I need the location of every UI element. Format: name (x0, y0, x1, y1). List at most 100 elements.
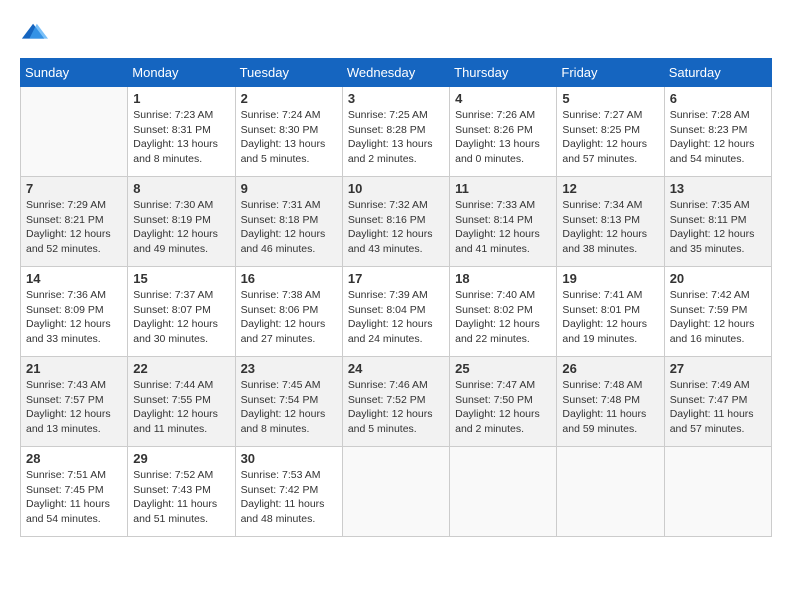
calendar-cell: 5 Sunrise: 7:27 AM Sunset: 8:25 PM Daylig… (557, 87, 664, 177)
day-info: Sunrise: 7:53 AM Sunset: 7:42 PM Dayligh… (241, 468, 337, 527)
calendar-cell: 21 Sunrise: 7:43 AM Sunset: 7:57 PM Dayli… (21, 357, 128, 447)
calendar-cell (664, 447, 771, 537)
col-header-thursday: Thursday (450, 59, 557, 87)
day-info: Sunrise: 7:42 AM Sunset: 7:59 PM Dayligh… (670, 288, 766, 347)
day-info: Sunrise: 7:30 AM Sunset: 8:19 PM Dayligh… (133, 198, 229, 257)
day-number: 13 (670, 181, 766, 196)
day-info: Sunrise: 7:35 AM Sunset: 8:11 PM Dayligh… (670, 198, 766, 257)
calendar-cell: 18 Sunrise: 7:40 AM Sunset: 8:02 PM Dayli… (450, 267, 557, 357)
calendar-cell (342, 447, 449, 537)
day-info: Sunrise: 7:37 AM Sunset: 8:07 PM Dayligh… (133, 288, 229, 347)
day-info: Sunrise: 7:33 AM Sunset: 8:14 PM Dayligh… (455, 198, 551, 257)
calendar-table: SundayMondayTuesdayWednesdayThursdayFrid… (20, 58, 772, 537)
calendar-week-row: 21 Sunrise: 7:43 AM Sunset: 7:57 PM Dayli… (21, 357, 772, 447)
day-info: Sunrise: 7:28 AM Sunset: 8:23 PM Dayligh… (670, 108, 766, 167)
logo (20, 20, 52, 48)
calendar-cell: 3Sunrise: 7:25 AM Sunset: 8:28 PM Daylig… (342, 87, 449, 177)
day-number: 27 (670, 361, 766, 376)
calendar-cell: 4Sunrise: 7:26 AM Sunset: 8:26 PM Daylig… (450, 87, 557, 177)
day-info: Sunrise: 7:32 AM Sunset: 8:16 PM Dayligh… (348, 198, 444, 257)
calendar-cell: 28 Sunrise: 7:51 AM Sunset: 7:45 PM Dayli… (21, 447, 128, 537)
day-info: Sunrise: 7:43 AM Sunset: 7:57 PM Dayligh… (26, 378, 122, 437)
day-info: Sunrise: 7:36 AM Sunset: 8:09 PM Dayligh… (26, 288, 122, 347)
day-number: 22 (133, 361, 229, 376)
day-number: 2 (241, 91, 337, 106)
day-info: Sunrise: 7:34 AM Sunset: 8:13 PM Dayligh… (562, 198, 658, 257)
day-info: Sunrise: 7:39 AM Sunset: 8:04 PM Dayligh… (348, 288, 444, 347)
day-info: Sunrise: 7:46 AM Sunset: 7:52 PM Dayligh… (348, 378, 444, 437)
calendar-cell (450, 447, 557, 537)
day-number: 24 (348, 361, 444, 376)
day-number: 21 (26, 361, 122, 376)
day-number: 30 (241, 451, 337, 466)
calendar-cell: 9Sunrise: 7:31 AM Sunset: 8:18 PM Daylig… (235, 177, 342, 267)
day-number: 8 (133, 181, 229, 196)
calendar-cell: 30 Sunrise: 7:53 AM Sunset: 7:42 PM Dayli… (235, 447, 342, 537)
day-number: 26 (562, 361, 658, 376)
col-header-sunday: Sunday (21, 59, 128, 87)
col-header-wednesday: Wednesday (342, 59, 449, 87)
calendar-cell: 1 Sunrise: 7:23 AM Sunset: 8:31 PM Daylig… (128, 87, 235, 177)
day-info: Sunrise: 7:25 AM Sunset: 8:28 PM Dayligh… (348, 108, 444, 167)
calendar-week-row: 1 Sunrise: 7:23 AM Sunset: 8:31 PM Daylig… (21, 87, 772, 177)
day-info: Sunrise: 7:29 AM Sunset: 8:21 PM Dayligh… (26, 198, 122, 257)
day-info: Sunrise: 7:38 AM Sunset: 8:06 PM Dayligh… (241, 288, 337, 347)
calendar-cell: 23 Sunrise: 7:45 AM Sunset: 7:54 PM Dayli… (235, 357, 342, 447)
calendar-cell: 12 Sunrise: 7:34 AM Sunset: 8:13 PM Dayli… (557, 177, 664, 267)
day-number: 17 (348, 271, 444, 286)
calendar-cell: 2 Sunrise: 7:24 AM Sunset: 8:30 PM Daylig… (235, 87, 342, 177)
calendar-cell: 6 Sunrise: 7:28 AM Sunset: 8:23 PM Daylig… (664, 87, 771, 177)
col-header-tuesday: Tuesday (235, 59, 342, 87)
calendar-cell: 8 Sunrise: 7:30 AM Sunset: 8:19 PM Daylig… (128, 177, 235, 267)
day-number: 29 (133, 451, 229, 466)
day-number: 20 (670, 271, 766, 286)
day-number: 16 (241, 271, 337, 286)
calendar-cell: 26Sunrise: 7:48 AM Sunset: 7:48 PM Dayli… (557, 357, 664, 447)
calendar-week-row: 14 Sunrise: 7:36 AM Sunset: 8:09 PM Dayli… (21, 267, 772, 357)
calendar-cell: 14 Sunrise: 7:36 AM Sunset: 8:09 PM Dayli… (21, 267, 128, 357)
calendar-header-row: SundayMondayTuesdayWednesdayThursdayFrid… (21, 59, 772, 87)
day-info: Sunrise: 7:51 AM Sunset: 7:45 PM Dayligh… (26, 468, 122, 527)
day-number: 10 (348, 181, 444, 196)
calendar-week-row: 7 Sunrise: 7:29 AM Sunset: 8:21 PM Daylig… (21, 177, 772, 267)
calendar-cell: 7 Sunrise: 7:29 AM Sunset: 8:21 PM Daylig… (21, 177, 128, 267)
day-number: 6 (670, 91, 766, 106)
day-number: 14 (26, 271, 122, 286)
day-number: 1 (133, 91, 229, 106)
col-header-friday: Friday (557, 59, 664, 87)
day-info: Sunrise: 7:44 AM Sunset: 7:55 PM Dayligh… (133, 378, 229, 437)
day-info: Sunrise: 7:45 AM Sunset: 7:54 PM Dayligh… (241, 378, 337, 437)
day-number: 12 (562, 181, 658, 196)
logo-icon (20, 20, 48, 48)
calendar-cell: 22 Sunrise: 7:44 AM Sunset: 7:55 PM Dayli… (128, 357, 235, 447)
calendar-cell: 25 Sunrise: 7:47 AM Sunset: 7:50 PM Dayli… (450, 357, 557, 447)
day-info: Sunrise: 7:27 AM Sunset: 8:25 PM Dayligh… (562, 108, 658, 167)
day-number: 19 (562, 271, 658, 286)
calendar-cell: 20 Sunrise: 7:42 AM Sunset: 7:59 PM Dayli… (664, 267, 771, 357)
day-number: 25 (455, 361, 551, 376)
calendar-cell: 24 Sunrise: 7:46 AM Sunset: 7:52 PM Dayli… (342, 357, 449, 447)
calendar-cell (21, 87, 128, 177)
day-info: Sunrise: 7:31 AM Sunset: 8:18 PM Dayligh… (241, 198, 337, 257)
calendar-cell: 19 Sunrise: 7:41 AM Sunset: 8:01 PM Dayli… (557, 267, 664, 357)
calendar-cell: 16 Sunrise: 7:38 AM Sunset: 8:06 PM Dayli… (235, 267, 342, 357)
day-number: 18 (455, 271, 551, 286)
day-info: Sunrise: 7:24 AM Sunset: 8:30 PM Dayligh… (241, 108, 337, 167)
day-info: Sunrise: 7:52 AM Sunset: 7:43 PM Dayligh… (133, 468, 229, 527)
calendar-week-row: 28 Sunrise: 7:51 AM Sunset: 7:45 PM Dayli… (21, 447, 772, 537)
day-number: 7 (26, 181, 122, 196)
calendar-cell (557, 447, 664, 537)
day-number: 4 (455, 91, 551, 106)
day-info: Sunrise: 7:47 AM Sunset: 7:50 PM Dayligh… (455, 378, 551, 437)
day-info: Sunrise: 7:40 AM Sunset: 8:02 PM Dayligh… (455, 288, 551, 347)
day-info: Sunrise: 7:49 AM Sunset: 7:47 PM Dayligh… (670, 378, 766, 437)
day-info: Sunrise: 7:41 AM Sunset: 8:01 PM Dayligh… (562, 288, 658, 347)
day-number: 5 (562, 91, 658, 106)
col-header-saturday: Saturday (664, 59, 771, 87)
day-number: 15 (133, 271, 229, 286)
calendar-cell: 29 Sunrise: 7:52 AM Sunset: 7:43 PM Dayli… (128, 447, 235, 537)
day-number: 28 (26, 451, 122, 466)
day-number: 11 (455, 181, 551, 196)
day-info: Sunrise: 7:23 AM Sunset: 8:31 PM Dayligh… (133, 108, 229, 167)
day-number: 23 (241, 361, 337, 376)
